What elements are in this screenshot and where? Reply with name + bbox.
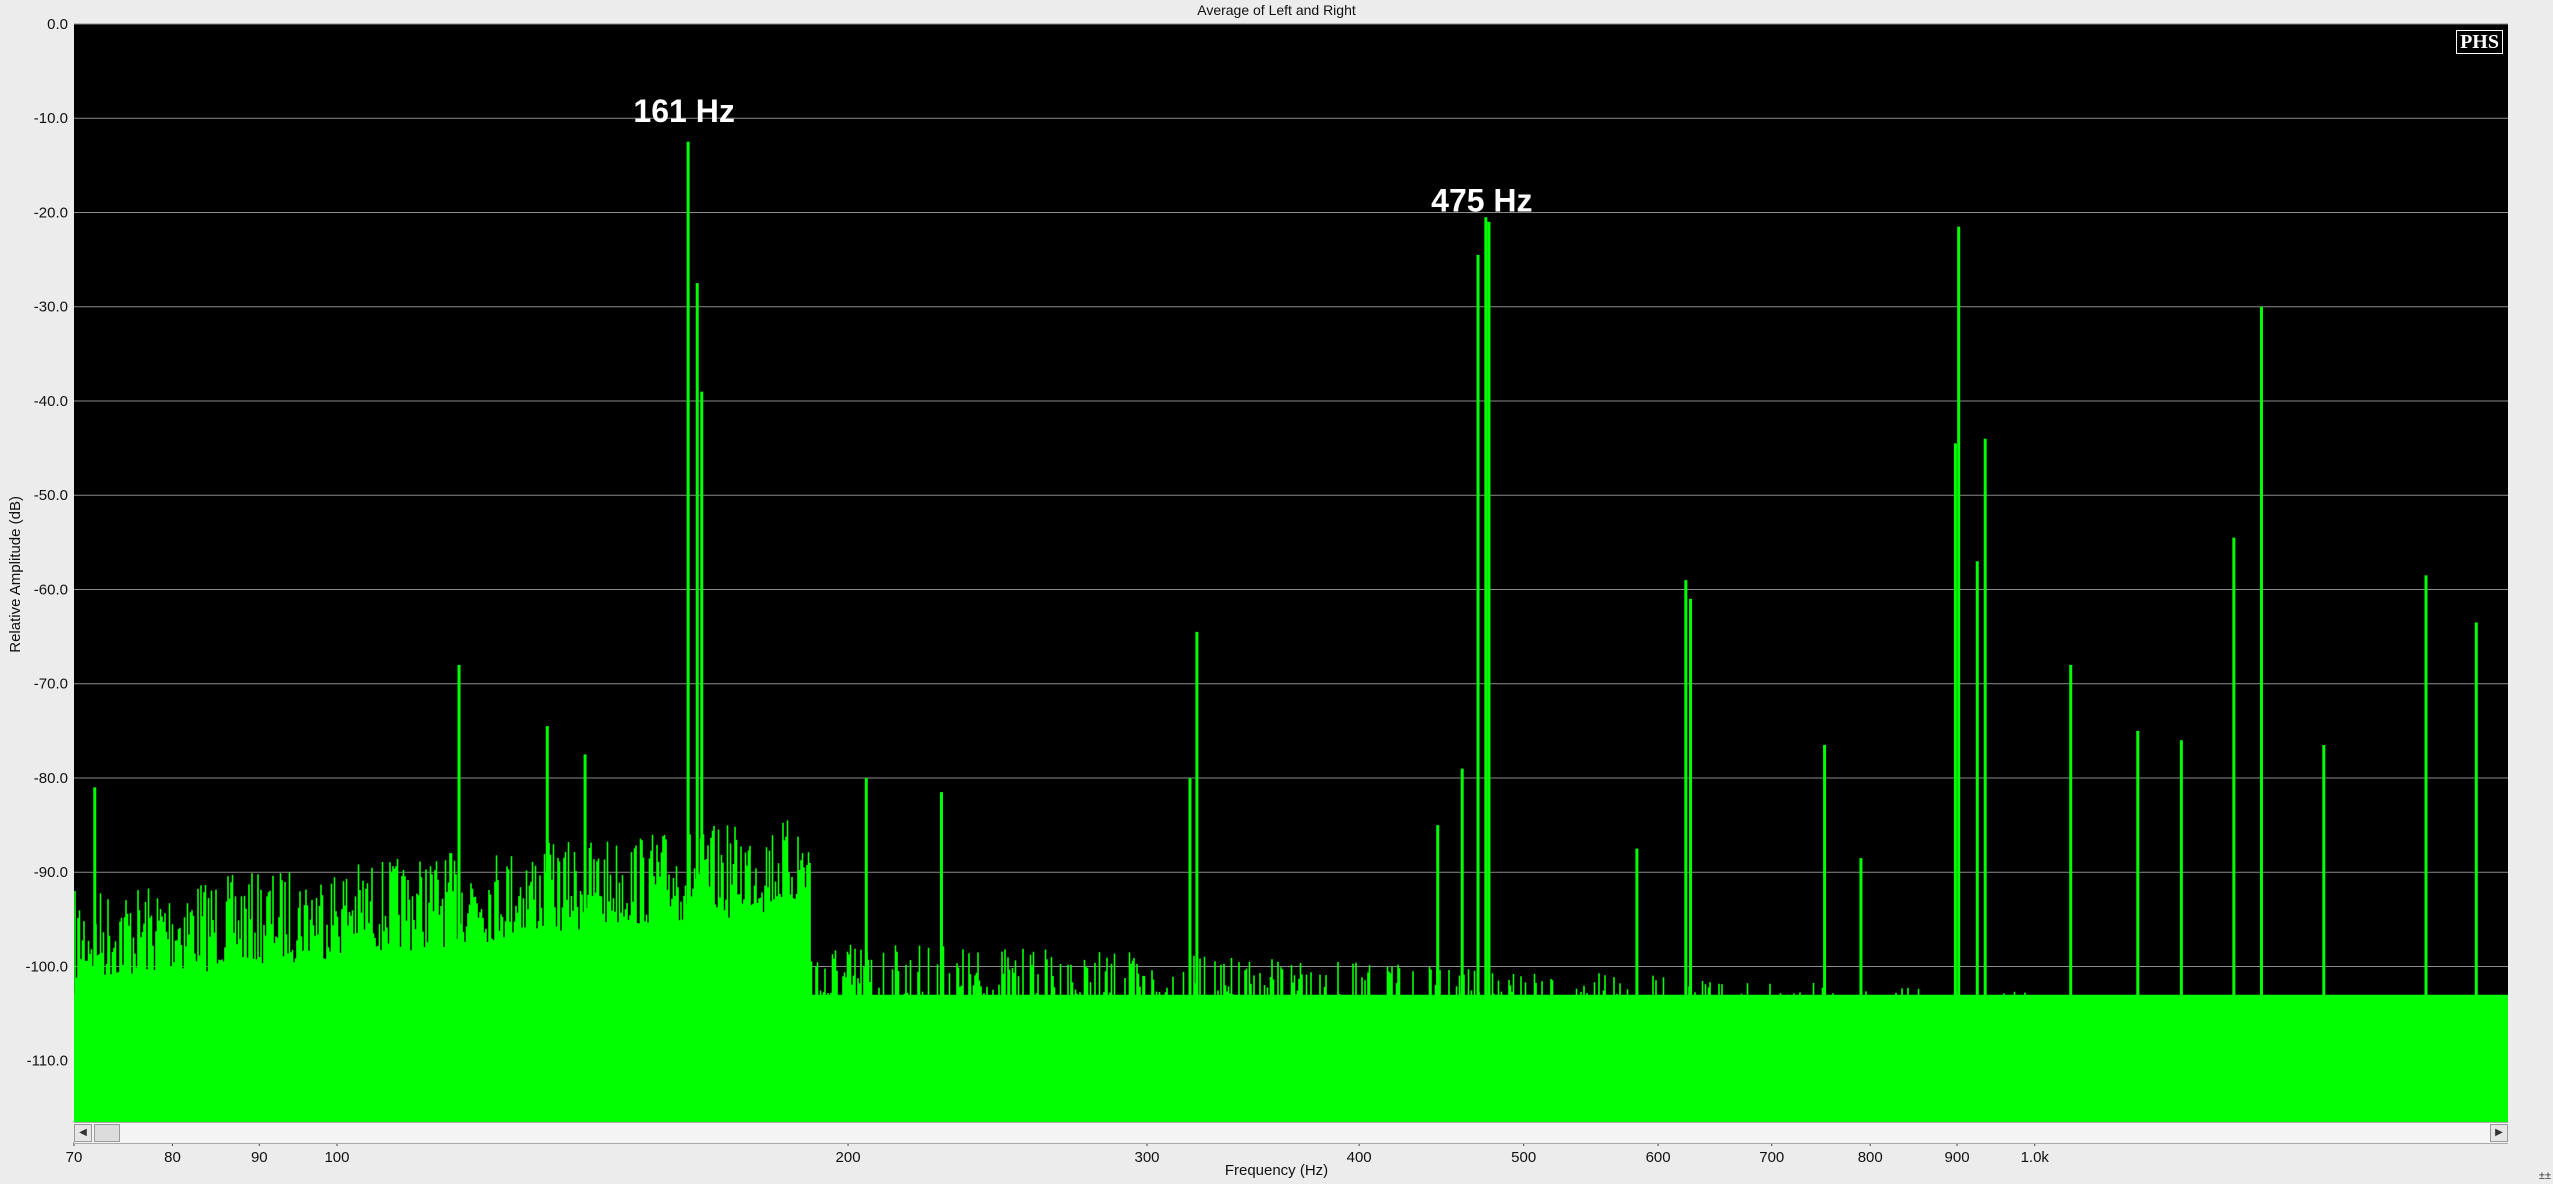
y-tick-label: -40.0 [34, 393, 68, 410]
y-tick-label: -70.0 [34, 676, 68, 693]
y-tick-label: -110.0 [27, 1053, 68, 1070]
y-tick-label: -20.0 [34, 204, 68, 221]
x-tick-label: 600 [1646, 1149, 1671, 1166]
y-tick-label: -30.0 [34, 299, 68, 316]
arrow-left-icon[interactable]: ◀ [74, 1124, 92, 1142]
y-tick-label: -100.0 [25, 958, 68, 975]
zoom-icon[interactable]: ±± [2539, 1170, 2551, 1182]
scrollbar-thumb[interactable] [94, 1124, 120, 1142]
x-tick-label: 70 [66, 1149, 83, 1166]
y-tick-label: -10.0 [34, 110, 68, 127]
x-tick-label: 80 [164, 1149, 181, 1166]
x-tick-label: 500 [1511, 1149, 1536, 1166]
arrow-right-icon[interactable]: ▶ [2490, 1124, 2508, 1142]
x-tick-label: 900 [1945, 1149, 1970, 1166]
x-tick-label: 400 [1347, 1149, 1372, 1166]
peak-annotation: 161 Hz [633, 93, 734, 129]
plot-area: 0.0 -10.0 -20.0 -30.0 -40.0 -50.0 -60.0 -70.0 -8… [25, 16, 2508, 1166]
y-tick-label: -80.0 [34, 770, 68, 787]
x-tick-label: 300 [1135, 1149, 1160, 1166]
y-tick-label: -50.0 [34, 487, 68, 504]
x-tick-label: 800 [1858, 1149, 1883, 1166]
y-tick-label: -90.0 [34, 864, 68, 881]
phs-logo: PHS [2456, 30, 2503, 54]
x-tick-label: 200 [836, 1149, 861, 1166]
x-tick-label: 700 [1759, 1149, 1784, 1166]
x-tick-label: 90 [251, 1149, 268, 1166]
peak-annotation: 475 Hz [1431, 183, 1532, 219]
horizontal-scrollbar[interactable]: ◀ ▶ [74, 1122, 2508, 1144]
y-tick-label: 0.0 [47, 16, 68, 33]
y-tick-label: -60.0 [34, 581, 68, 598]
x-tick-label: 1.0k [2021, 1149, 2050, 1166]
noise-floor-fill [74, 994, 2508, 1122]
x-tick-label: 100 [324, 1149, 349, 1166]
